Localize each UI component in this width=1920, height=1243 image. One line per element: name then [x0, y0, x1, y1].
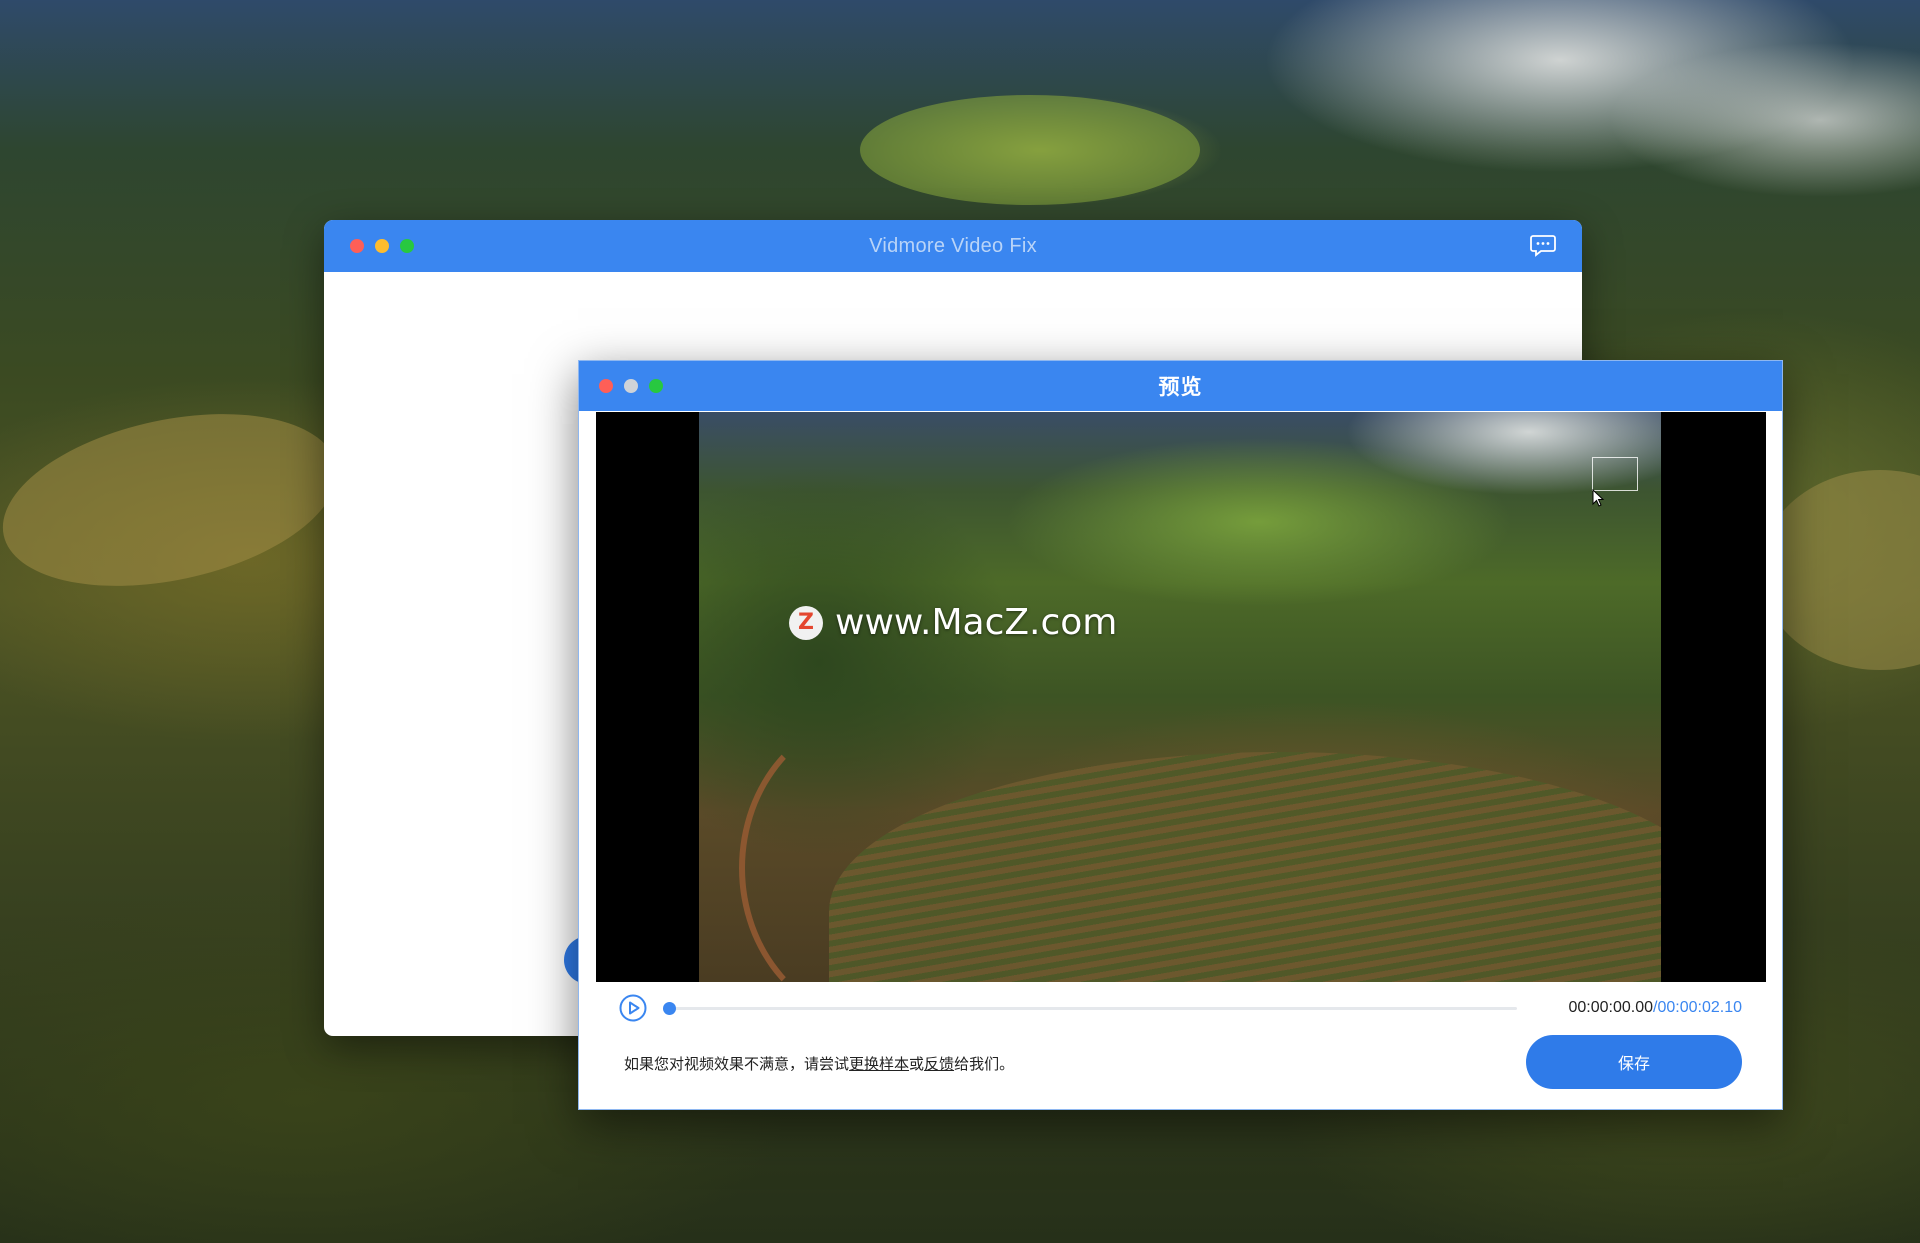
main-titlebar[interactable]: Vidmore Video Fix — [324, 220, 1582, 272]
mouse-cursor-icon — [1592, 489, 1605, 507]
close-window-button[interactable] — [599, 379, 613, 393]
note-prefix: 如果您对视频效果不满意，请尝试 — [624, 1055, 850, 1073]
wallpaper-hill — [860, 95, 1200, 205]
save-button[interactable]: 保存 — [1526, 1035, 1742, 1089]
watermark-text: www.MacZ.com — [835, 602, 1118, 643]
zoom-window-button[interactable] — [400, 239, 414, 253]
window-controls — [350, 220, 414, 272]
total-time: 00:00:02.10 — [1657, 999, 1742, 1016]
preview-window: 预览 Z www.MacZ.com 00:00:00.00/00:00:02.1… — [578, 360, 1783, 1110]
time-readout: 00:00:00.00/00:00:02.10 — [1568, 999, 1742, 1017]
note-or: 或 — [909, 1055, 925, 1073]
play-icon[interactable] — [619, 994, 647, 1022]
minimize-window-button[interactable] — [375, 239, 389, 253]
close-window-button[interactable] — [350, 239, 364, 253]
app-title: Vidmore Video Fix — [869, 234, 1037, 257]
current-time: 00:00:00.00 — [1568, 999, 1654, 1016]
video-road — [739, 712, 1011, 982]
video-player[interactable]: Z www.MacZ.com — [596, 412, 1766, 982]
minimize-window-button-disabled — [624, 379, 638, 393]
feedback-link[interactable]: 反馈 — [924, 1055, 954, 1073]
progress-thumb[interactable] — [663, 1002, 676, 1015]
note-suffix: 给我们。 — [954, 1055, 1015, 1073]
video-frame: Z www.MacZ.com — [699, 412, 1661, 982]
watermark: Z www.MacZ.com — [789, 602, 1117, 643]
chat-bubble-icon[interactable] — [1530, 234, 1556, 258]
playback-controls: 00:00:00.00/00:00:02.10 — [579, 992, 1782, 1032]
wallpaper-hill — [1760, 470, 1920, 670]
progress-slider[interactable] — [663, 1002, 1517, 1015]
footer-note: 如果您对视频效果不满意，请尝试更换样本或反馈给我们。 — [624, 1053, 1014, 1074]
preview-title: 预览 — [1158, 376, 1203, 399]
wallpaper-hill — [0, 386, 353, 614]
preview-titlebar[interactable]: 预览 — [579, 361, 1782, 411]
replace-sample-link[interactable]: 更换样本 — [849, 1055, 909, 1073]
watermark-logo: Z — [789, 605, 823, 640]
window-controls — [599, 361, 663, 411]
zoom-window-button[interactable] — [649, 379, 663, 393]
selection-box — [1592, 457, 1638, 491]
